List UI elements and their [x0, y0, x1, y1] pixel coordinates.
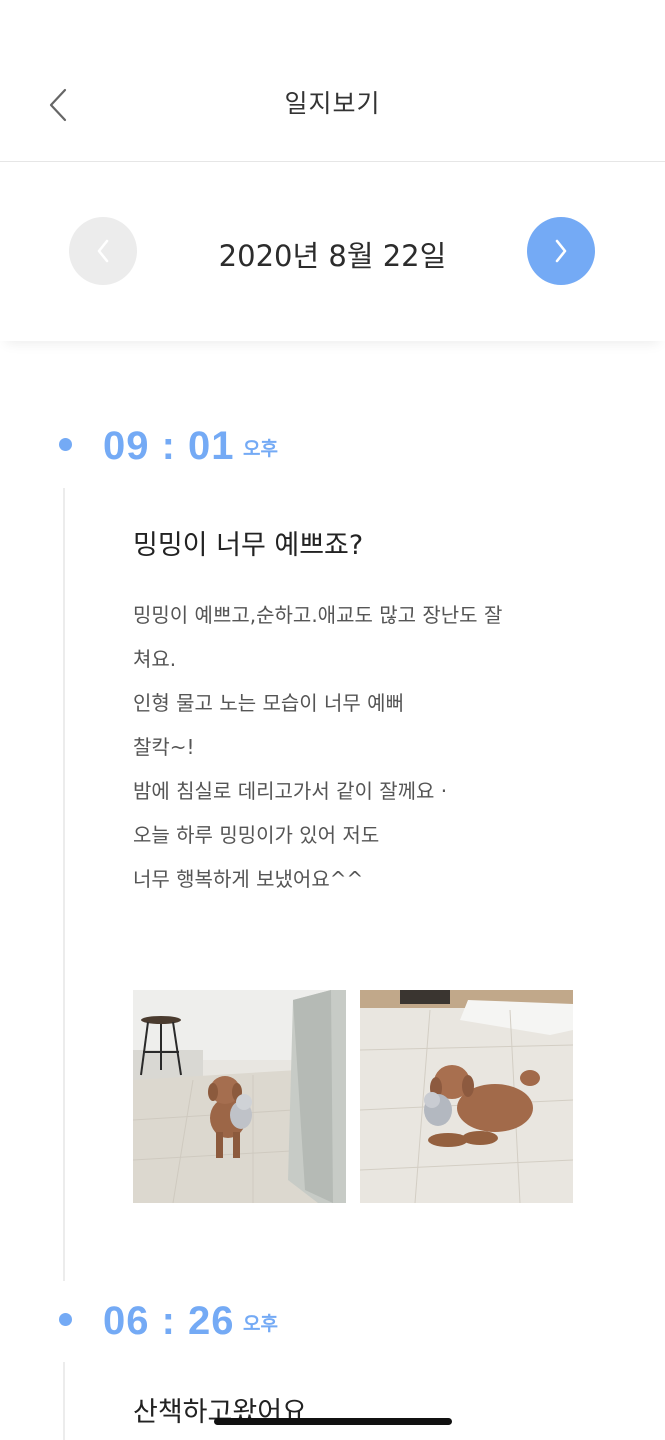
entry-title: 밍밍이 너무 예쁘죠? — [133, 530, 364, 561]
timeline-line — [63, 488, 65, 1281]
entry-time: 09 : 01 — [103, 424, 235, 468]
dog-photo-lying[interactable] — [360, 990, 573, 1203]
entry-ampm: 오후 — [243, 438, 278, 460]
date-navigator: 2020년 8월 22일 — [0, 163, 665, 341]
timeline-dot — [59, 438, 72, 451]
chevron-right-icon — [555, 239, 567, 263]
timeline-dot — [59, 1313, 72, 1326]
page-title: 일지보기 — [284, 89, 381, 118]
app-header: 일지보기 — [0, 0, 665, 162]
entry-time: 06 : 26 — [103, 1299, 235, 1343]
timeline-line — [63, 1362, 65, 1440]
entry-ampm: 오후 — [243, 1313, 278, 1335]
entry-body: 밍밍이 예쁘고,순하고.애교도 많고 장난도 잘 쳐요. 인형 물고 노는 모습… — [133, 603, 503, 891]
next-date-button[interactable] — [527, 217, 595, 285]
dog-photo-standing[interactable] — [133, 990, 346, 1203]
home-indicator — [214, 1418, 452, 1425]
